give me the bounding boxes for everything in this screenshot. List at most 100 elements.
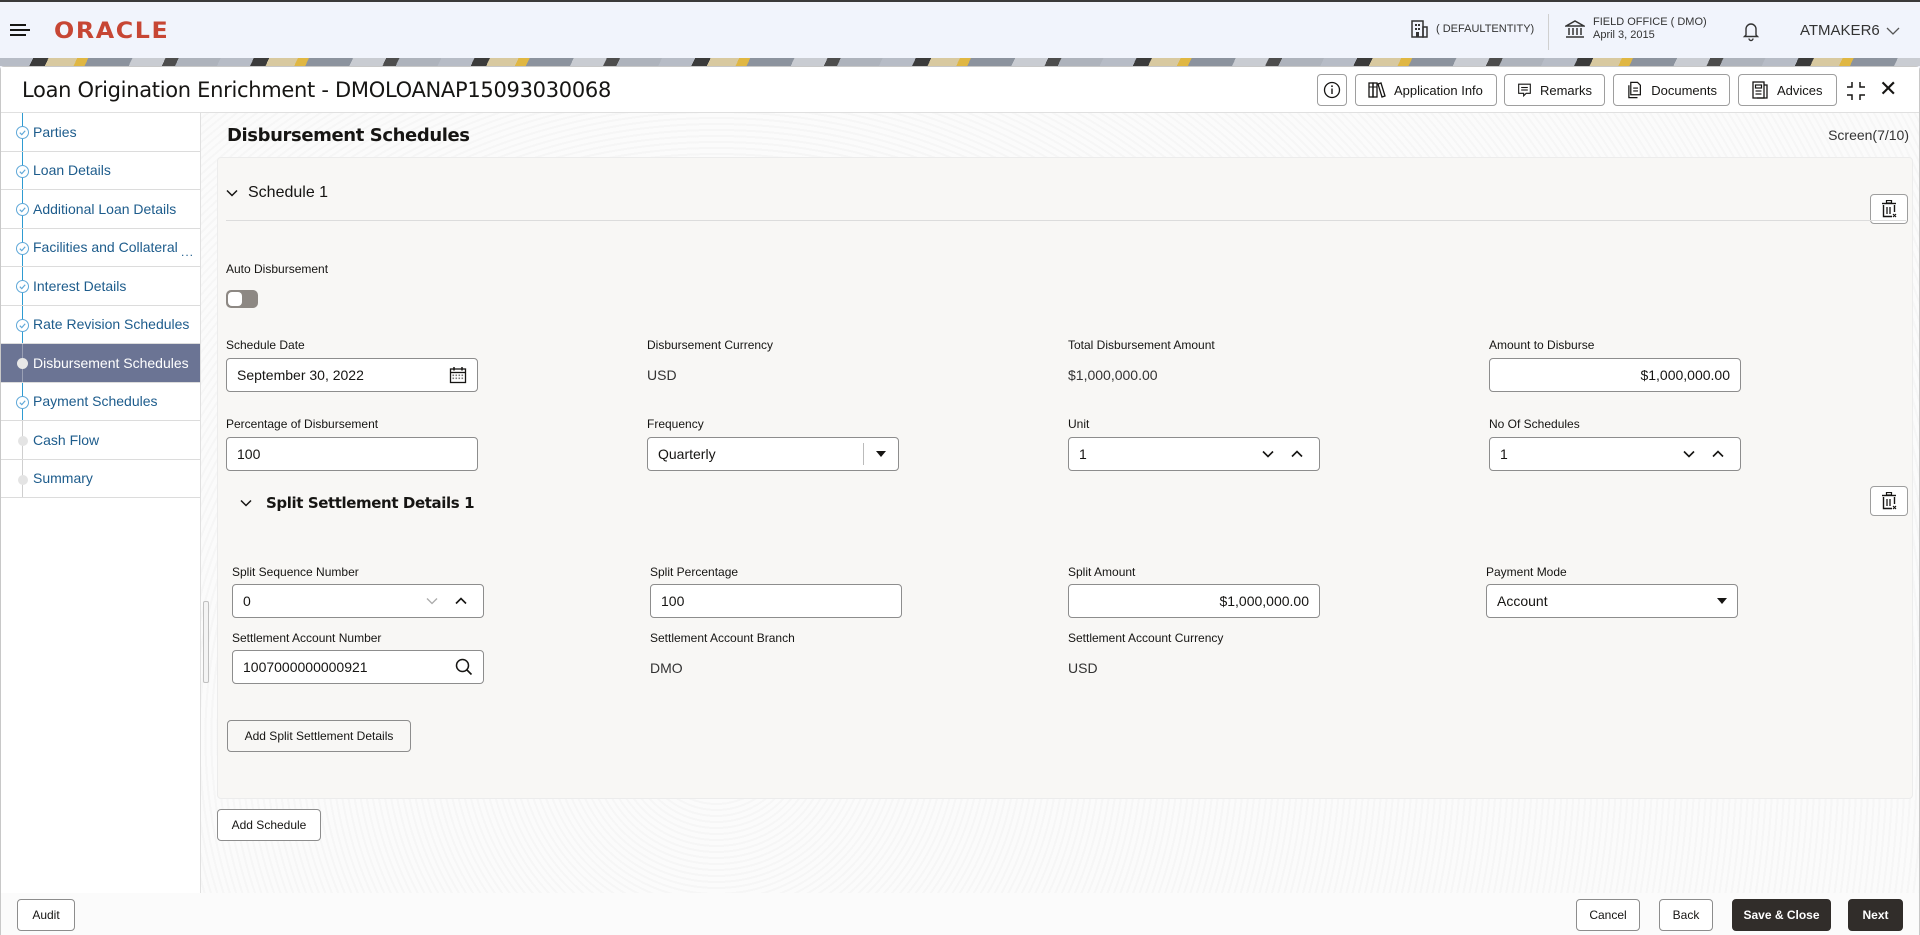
- disbursement-currency-label: Disbursement Currency: [647, 338, 774, 352]
- frequency-label: Frequency: [647, 417, 704, 431]
- check-circle-icon: [16, 395, 29, 409]
- add-schedule-button[interactable]: Add Schedule: [217, 809, 321, 841]
- chevron-down-icon: [240, 499, 252, 507]
- settlement-currency-label: Settlement Account Currency: [1068, 631, 1224, 645]
- remarks-label: Remarks: [1539, 82, 1592, 98]
- remarks-button[interactable]: Remarks: [1504, 74, 1605, 106]
- sidebar-item-interest-details[interactable]: Interest Details: [1, 267, 200, 306]
- split-sequence-label: Split Sequence Number: [232, 565, 359, 579]
- info-button[interactable]: [1317, 74, 1347, 106]
- caret-down-icon[interactable]: [864, 451, 898, 457]
- sidebar-item-facilities-and-collateral[interactable]: Facilities and Collateral...: [1, 228, 200, 267]
- sidebar-item-label: Rate Revision Schedules: [33, 316, 190, 333]
- increment-chevron-up-icon[interactable]: [449, 597, 473, 605]
- step-dot-icon: [18, 436, 28, 446]
- split-amount-input[interactable]: $1,000,000.00: [1068, 584, 1320, 618]
- increment-chevron-up-icon[interactable]: [1706, 450, 1730, 458]
- no-of-schedules-stepper[interactable]: 1: [1489, 437, 1741, 471]
- settlement-branch-value: DMO: [650, 660, 683, 676]
- next-button[interactable]: Next: [1848, 899, 1903, 931]
- schedule-date-value: September 30, 2022: [237, 367, 364, 383]
- documents-label: Documents: [1651, 82, 1717, 98]
- frequency-value: Quarterly: [658, 446, 716, 462]
- trash-icon: [1882, 200, 1897, 218]
- sidebar-item-label: Cash Flow: [33, 431, 100, 448]
- search-icon[interactable]: [455, 658, 473, 676]
- audit-button[interactable]: Audit: [17, 899, 75, 931]
- documents-button[interactable]: Documents: [1613, 74, 1730, 106]
- auto-disbursement-toggle[interactable]: [226, 290, 258, 308]
- trash-icon: [1882, 492, 1897, 510]
- sidebar-item-rate-revision-schedules[interactable]: Rate Revision Schedules: [1, 305, 200, 344]
- split-settlement-header[interactable]: Split Settlement Details 1: [240, 494, 475, 512]
- train-navigation: Parties Loan Details Additional Loan Detai…: [1, 113, 201, 893]
- advices-button[interactable]: Advices: [1738, 74, 1837, 106]
- split-percentage-label: Split Percentage: [650, 565, 739, 579]
- sidebar-item-loan-details[interactable]: Loan Details: [1, 151, 200, 190]
- schedule-title: Schedule 1: [248, 184, 329, 201]
- decrement-chevron-down-icon[interactable]: [1251, 450, 1285, 458]
- settlement-account-label: Settlement Account Number: [232, 631, 382, 645]
- sidebar-item-label: Interest Details: [33, 277, 127, 294]
- unit-value: 1: [1079, 446, 1087, 462]
- schedule-1-header[interactable]: Schedule 1: [226, 184, 328, 202]
- cancel-button[interactable]: Cancel: [1576, 899, 1640, 931]
- delete-split-button[interactable]: [1870, 486, 1908, 516]
- chevron-down-icon: [1886, 27, 1900, 35]
- increment-chevron-up-icon[interactable]: [1285, 450, 1309, 458]
- step-dot-icon: [18, 474, 28, 485]
- amount-to-disburse-label: Amount to Disburse: [1489, 338, 1595, 352]
- sidebar-item-additional-loan-details[interactable]: Additional Loan Details: [1, 190, 200, 229]
- payment-mode-select[interactable]: Account: [1486, 584, 1738, 618]
- total-disbursement-label: Total Disbursement Amount: [1068, 338, 1215, 352]
- schedule-date-input[interactable]: September 30, 2022: [226, 358, 478, 392]
- sidebar-item-disbursement-schedules[interactable]: Disbursement Schedules: [1, 344, 200, 383]
- schedule-divider: [226, 220, 1906, 221]
- percentage-label: Percentage of Disbursement: [226, 417, 379, 431]
- sidebar-item-payment-schedules[interactable]: Payment Schedules: [1, 382, 200, 421]
- sidebar-item-summary[interactable]: Summary: [1, 459, 200, 498]
- decrement-chevron-down-icon[interactable]: [1672, 450, 1706, 458]
- save-close-button[interactable]: Save & Close: [1732, 899, 1831, 931]
- close-window-icon[interactable]: ✕: [1879, 78, 1897, 100]
- sidebar-item-parties[interactable]: Parties: [1, 113, 200, 152]
- auto-disbursement-label: Auto Disbursement: [226, 262, 329, 276]
- application-info-button[interactable]: Application Info: [1355, 74, 1497, 106]
- chevron-down-icon: [226, 189, 238, 197]
- content-area: Disbursement Schedules Screen(7/10) Sche…: [201, 113, 1919, 893]
- sidebar-item-label: Parties: [33, 123, 77, 140]
- unit-stepper[interactable]: 1: [1068, 437, 1320, 471]
- sidebar-item-label: Summary: [33, 470, 93, 487]
- user-menu[interactable]: ATMAKER6: [1800, 22, 1900, 39]
- office-selector[interactable]: FIELD OFFICE ( DMO) April 3, 2015: [1565, 16, 1707, 42]
- top-header: ORACLE ( DEFAULTENTITY) FIELD OFFICE ( D…: [0, 0, 1920, 58]
- caret-down-icon[interactable]: [1717, 598, 1727, 604]
- sidebar-resize-handle[interactable]: [203, 601, 209, 683]
- back-button[interactable]: Back: [1659, 899, 1713, 931]
- settlement-currency-value: USD: [1068, 660, 1098, 676]
- notification-bell-icon[interactable]: [1740, 20, 1762, 42]
- sidebar-item-label: Facilities and Collateral: [33, 239, 178, 256]
- amount-to-disburse-input[interactable]: $1,000,000.00: [1489, 358, 1741, 392]
- hamburger-menu-icon[interactable]: [10, 23, 30, 37]
- toggle-knob: [228, 292, 242, 306]
- collapse-window-icon[interactable]: [1846, 81, 1866, 101]
- header-divider: [1548, 14, 1549, 50]
- sidebar-item-cash-flow[interactable]: Cash Flow: [1, 421, 200, 460]
- settlement-account-input[interactable]: 1007000000000921: [232, 650, 484, 684]
- percentage-input[interactable]: 100: [226, 437, 478, 471]
- amount-to-disburse-value: $1,000,000.00: [1640, 367, 1730, 383]
- decrement-chevron-down-icon[interactable]: [415, 597, 449, 605]
- check-circle-icon: [16, 280, 29, 293]
- sidebar-item-label: Payment Schedules: [33, 393, 158, 410]
- entity-selector[interactable]: ( DEFAULTENTITY): [1410, 20, 1534, 38]
- sidebar-item-label: Disbursement Schedules: [33, 354, 189, 371]
- split-amount-value: $1,000,000.00: [1219, 593, 1309, 609]
- split-sequence-stepper[interactable]: 0: [232, 584, 484, 618]
- entity-label: ( DEFAULTENTITY): [1436, 23, 1535, 35]
- calendar-icon[interactable]: [449, 366, 467, 384]
- add-split-settlement-button[interactable]: Add Split Settlement Details: [227, 720, 411, 752]
- application-info-label: Application Info: [1394, 82, 1483, 98]
- split-percentage-input[interactable]: 100: [650, 584, 902, 618]
- frequency-select[interactable]: Quarterly: [647, 437, 899, 471]
